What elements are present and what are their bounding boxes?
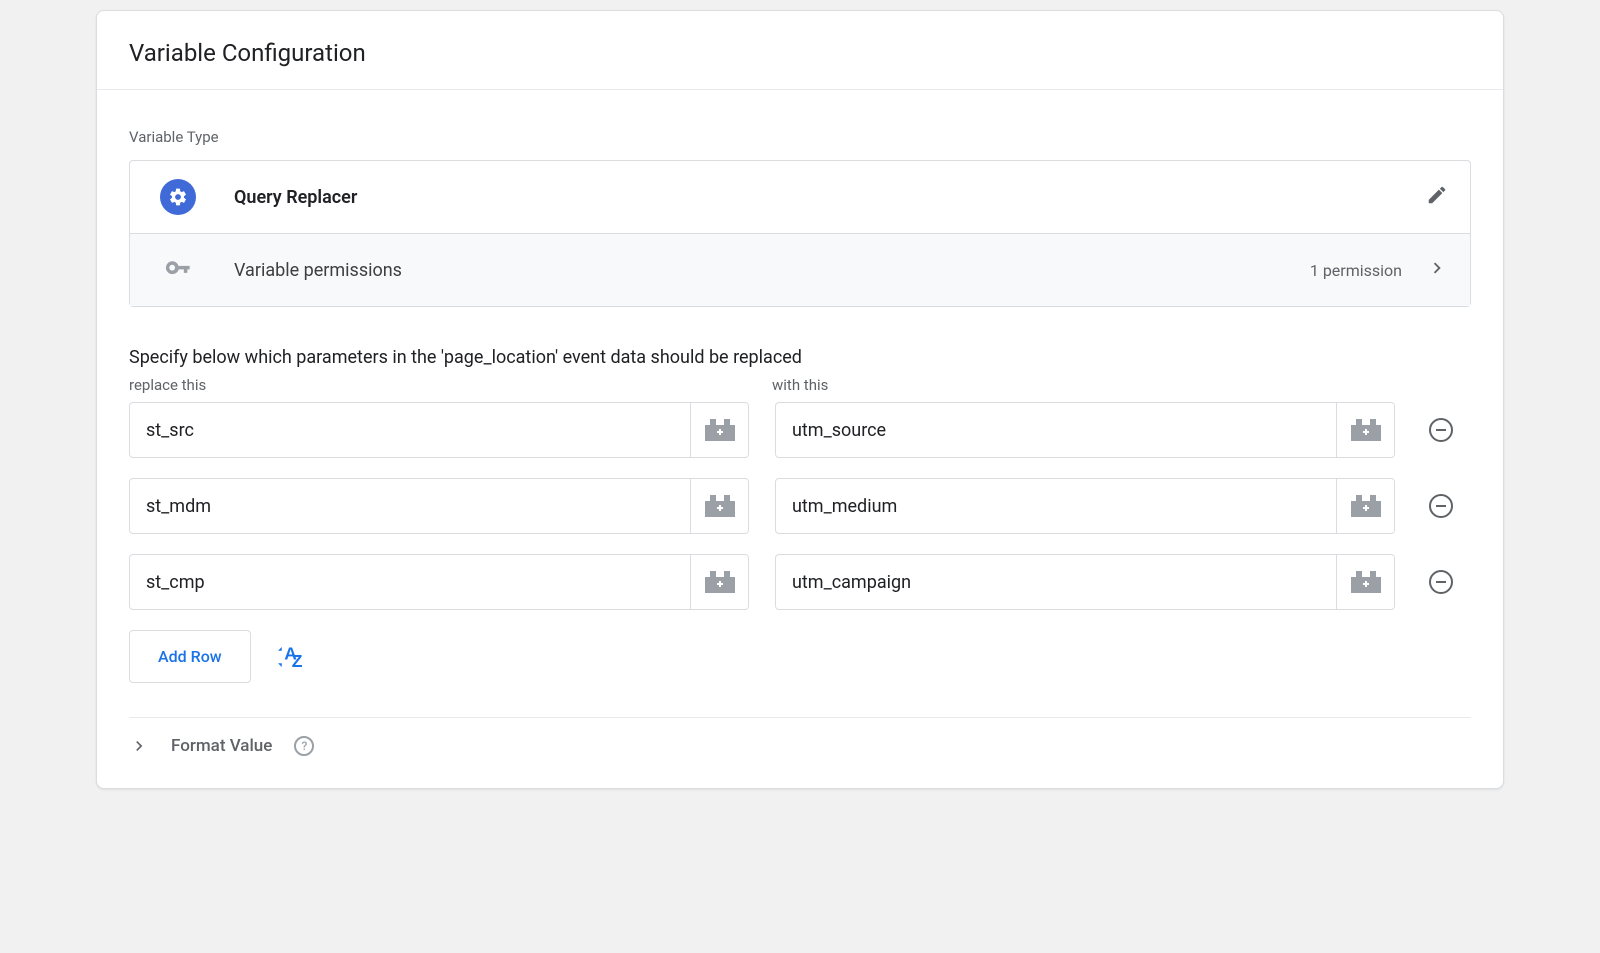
remove-row-button[interactable]: [1421, 486, 1461, 526]
variable-type-row[interactable]: Query Replacer: [130, 161, 1470, 233]
replace-input-combo: [129, 402, 749, 458]
variable-picker-icon[interactable]: [1336, 479, 1394, 533]
add-row-button[interactable]: Add Row: [129, 630, 251, 683]
with-input-combo: [775, 478, 1395, 534]
variable-picker-icon[interactable]: [690, 555, 748, 609]
sort-az-button[interactable]: A Z: [273, 642, 303, 672]
help-icon[interactable]: ?: [294, 736, 314, 756]
chevron-right-icon: [129, 736, 149, 756]
card-body: Variable Type Query Replacer Variable pe…: [97, 90, 1503, 788]
instruction-text: Specify below which parameters in the 'p…: [129, 347, 1471, 368]
with-input[interactable]: [776, 403, 1336, 457]
variable-type-box: Query Replacer Variable permissions 1 pe…: [129, 160, 1471, 307]
param-row: [129, 478, 1471, 534]
replace-input[interactable]: [130, 479, 690, 533]
replace-input-combo: [129, 554, 749, 610]
variable-picker-icon[interactable]: [690, 479, 748, 533]
replace-input-combo: [129, 478, 749, 534]
with-input[interactable]: [776, 479, 1336, 533]
variable-picker-icon[interactable]: [1336, 403, 1394, 457]
with-input-combo: [775, 402, 1395, 458]
variable-permissions-row[interactable]: Variable permissions 1 permission: [130, 233, 1470, 306]
remove-row-button[interactable]: [1421, 410, 1461, 450]
permissions-count: 1 permission: [1310, 261, 1402, 280]
divider: [129, 717, 1471, 718]
param-row: [129, 402, 1471, 458]
variable-type-name: Query Replacer: [234, 187, 357, 208]
replace-input[interactable]: [130, 555, 690, 609]
card-header: Variable Configuration: [97, 11, 1503, 90]
edit-icon[interactable]: [1426, 184, 1448, 210]
svg-text:Z: Z: [291, 651, 302, 671]
key-icon: [160, 256, 196, 284]
variable-config-card: Variable Configuration Variable Type Que…: [96, 10, 1504, 789]
table-headers: replace this with this: [129, 376, 1471, 394]
variable-type-label: Variable Type: [129, 128, 1471, 146]
actions-row: Add Row A Z: [129, 630, 1471, 683]
variable-picker-icon[interactable]: [1336, 555, 1394, 609]
variable-picker-icon[interactable]: [690, 403, 748, 457]
column-header-with: with this: [772, 376, 1389, 394]
column-header-replace: replace this: [129, 376, 746, 394]
gear-icon: [160, 179, 196, 215]
with-input[interactable]: [776, 555, 1336, 609]
format-value-label: Format Value: [171, 736, 272, 756]
permissions-label: Variable permissions: [234, 260, 402, 281]
with-input-combo: [775, 554, 1395, 610]
replace-input[interactable]: [130, 403, 690, 457]
rows-container: [129, 402, 1471, 610]
chevron-right-icon: [1426, 257, 1448, 283]
param-row: [129, 554, 1471, 610]
format-value-row[interactable]: Format Value ?: [129, 736, 1471, 768]
remove-row-button[interactable]: [1421, 562, 1461, 602]
card-title: Variable Configuration: [129, 39, 1471, 67]
